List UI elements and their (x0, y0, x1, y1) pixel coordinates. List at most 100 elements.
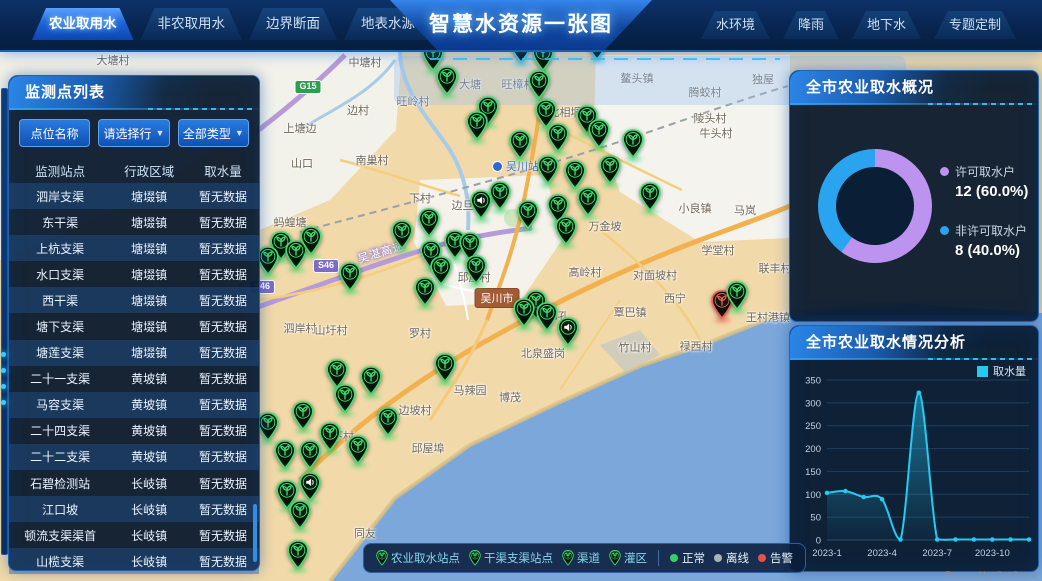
map-marker-broadcast[interactable] (557, 317, 580, 347)
map-place-label: 泗岸村 (284, 320, 317, 336)
map-marker-station[interactable] (517, 200, 540, 230)
map-marker-station[interactable] (360, 366, 383, 396)
cell-region: 黄坡镇 (111, 448, 187, 465)
cell-station: 塘莲支渠 (9, 344, 111, 361)
glow-dot (1, 352, 6, 357)
cell-station: 二十四支渠 (9, 422, 111, 439)
map-marker-station[interactable] (536, 302, 559, 332)
map-marker-station[interactable] (726, 281, 749, 311)
table-row[interactable]: 二十四支渠黄坡镇暂无数据 (9, 418, 259, 444)
map-marker-station[interactable] (555, 216, 578, 246)
map-marker-station[interactable] (564, 160, 587, 190)
map-place-label: 万金坡 (589, 218, 622, 234)
map-marker-station[interactable] (287, 540, 310, 570)
map-legend-item-2: 渠道 (562, 550, 600, 566)
svg-text:300: 300 (805, 398, 821, 409)
nav-tab-right-2[interactable]: 地下水 (852, 11, 921, 39)
table-row[interactable]: 塘莲支渠塘㙍镇暂无数据 (9, 340, 259, 366)
nav-tab-left-0[interactable]: 农业取用水 (32, 8, 134, 40)
table-row[interactable]: 顿流支渠渠首长岐镇暂无数据 (9, 522, 259, 548)
map-marker-station[interactable] (513, 298, 536, 328)
table-row[interactable]: 马容支渠黄坡镇暂无数据 (9, 392, 259, 418)
cell-station: 东干渠 (9, 214, 111, 231)
powered-by-label: Powered by GeoScene (945, 570, 1038, 580)
cell-amount: 暂无数据 (187, 344, 259, 361)
point-name-button[interactable]: 点位名称 (19, 119, 90, 147)
map-marker-station[interactable] (391, 220, 414, 250)
map-marker-station[interactable] (418, 208, 441, 238)
cell-amount: 暂无数据 (187, 266, 259, 283)
table-row[interactable]: 塘下支渠塘㙍镇暂无数据 (9, 313, 259, 339)
map-marker-station[interactable] (622, 129, 645, 159)
donut-legend: 许可取水户12 (60.0%)非许可取水户8 (40.0%) (940, 163, 1035, 281)
map-place-label: 边坡村 (399, 402, 432, 418)
cell-station: 二十一支渠 (9, 370, 111, 387)
map-place-label: 大塘村 (97, 52, 130, 68)
road-badge: G15 (294, 80, 321, 94)
map-marker-station[interactable] (339, 262, 362, 292)
col-amount: 取水量 (187, 161, 259, 180)
type-select[interactable]: 全部类型 ▼ (178, 119, 249, 147)
map-marker-station[interactable] (599, 155, 622, 185)
table-row[interactable]: 泗岸支渠塘㙍镇暂无数据 (9, 183, 259, 209)
cell-amount: 暂无数据 (187, 396, 259, 413)
map-marker-station[interactable] (319, 422, 342, 452)
status-dot (670, 554, 678, 562)
table-row[interactable]: 二十一支渠黄坡镇暂无数据 (9, 366, 259, 392)
table-row[interactable]: 西干渠塘㙍镇暂无数据 (9, 287, 259, 313)
map-marker-station[interactable] (537, 155, 560, 185)
nav-tab-right-1[interactable]: 降雨 (783, 11, 839, 39)
map-marker-station[interactable] (274, 440, 297, 470)
table-row[interactable]: 二十二支渠黄坡镇暂无数据 (9, 444, 259, 470)
nav-tab-left-1[interactable]: 非农取用水 (141, 8, 243, 40)
map-marker-station[interactable] (289, 500, 312, 530)
cell-amount: 暂无数据 (187, 448, 259, 465)
cell-region: 塘㙍镇 (111, 292, 187, 309)
table-row[interactable]: 东干渠塘㙍镇暂无数据 (9, 209, 259, 235)
map-marker-station[interactable] (528, 70, 551, 100)
map-marker-station[interactable] (436, 66, 459, 96)
app-title: 智慧水资源一张图 (390, 0, 652, 49)
water-intake-overview-panel: 全市农业取水概况 许可取水户12 (60.0%)非许可取水户8 (40.0%) (789, 70, 1039, 322)
table-row[interactable]: 江口坡长岐镇暂无数据 (9, 496, 259, 522)
table-row[interactable]: 上杭支渠塘㙍镇暂无数据 (9, 235, 259, 261)
map-marker-station[interactable] (547, 123, 570, 153)
cell-station: 山榄支渠 (9, 553, 111, 570)
map-marker-station[interactable] (414, 277, 437, 307)
map-marker-station[interactable] (292, 401, 315, 431)
cell-amount: 暂无数据 (187, 292, 259, 309)
cell-amount: 暂无数据 (187, 318, 259, 335)
map-marker-station[interactable] (434, 353, 457, 383)
region-select[interactable]: 请选择行 ▼ (98, 119, 169, 147)
map-marker-station[interactable] (377, 407, 400, 437)
map-marker-station[interactable] (334, 384, 357, 414)
table-row[interactable]: 水口支渠塘㙍镇暂无数据 (9, 261, 259, 287)
glow-dot (1, 368, 6, 373)
nav-tab-right-0[interactable]: 水环境 (701, 11, 770, 39)
status-dot (714, 554, 722, 562)
map-marker-station[interactable] (588, 119, 611, 149)
map-marker-broadcast[interactable] (470, 190, 493, 220)
map-marker-station[interactable] (577, 187, 600, 217)
cell-station: 顿流支渠渠首 (9, 527, 111, 544)
map-marker-station[interactable] (465, 255, 488, 285)
donut-chart (818, 149, 932, 263)
nav-tab-right-3[interactable]: 专题定制 (934, 11, 1016, 39)
map-marker-station[interactable] (639, 182, 662, 212)
map-marker-station[interactable] (509, 130, 532, 160)
nav-tabs-right: 水环境降雨地下水专题定制 (701, 11, 1016, 39)
table-row[interactable]: 山榄支渠长岐镇暂无数据 (9, 548, 259, 574)
table-scrollbar[interactable] (253, 504, 257, 562)
map-marker-station[interactable] (347, 435, 370, 465)
cell-amount: 暂无数据 (187, 475, 259, 492)
nav-tab-left-2[interactable]: 边界断面 (249, 8, 337, 40)
region-select-value: 请选择行 (104, 125, 152, 142)
table-row[interactable]: 石碧检测站长岐镇暂无数据 (9, 470, 259, 496)
donut-legend-item-0: 许可取水户12 (60.0%) (940, 163, 1035, 200)
cell-region: 塘㙍镇 (111, 266, 187, 283)
map-marker-station[interactable] (300, 226, 323, 256)
map-marker-station[interactable] (466, 111, 489, 141)
map-marker-station[interactable] (299, 440, 322, 470)
map-marker-broadcast[interactable] (299, 472, 322, 502)
map-place-label: 禄西村 (680, 338, 713, 354)
